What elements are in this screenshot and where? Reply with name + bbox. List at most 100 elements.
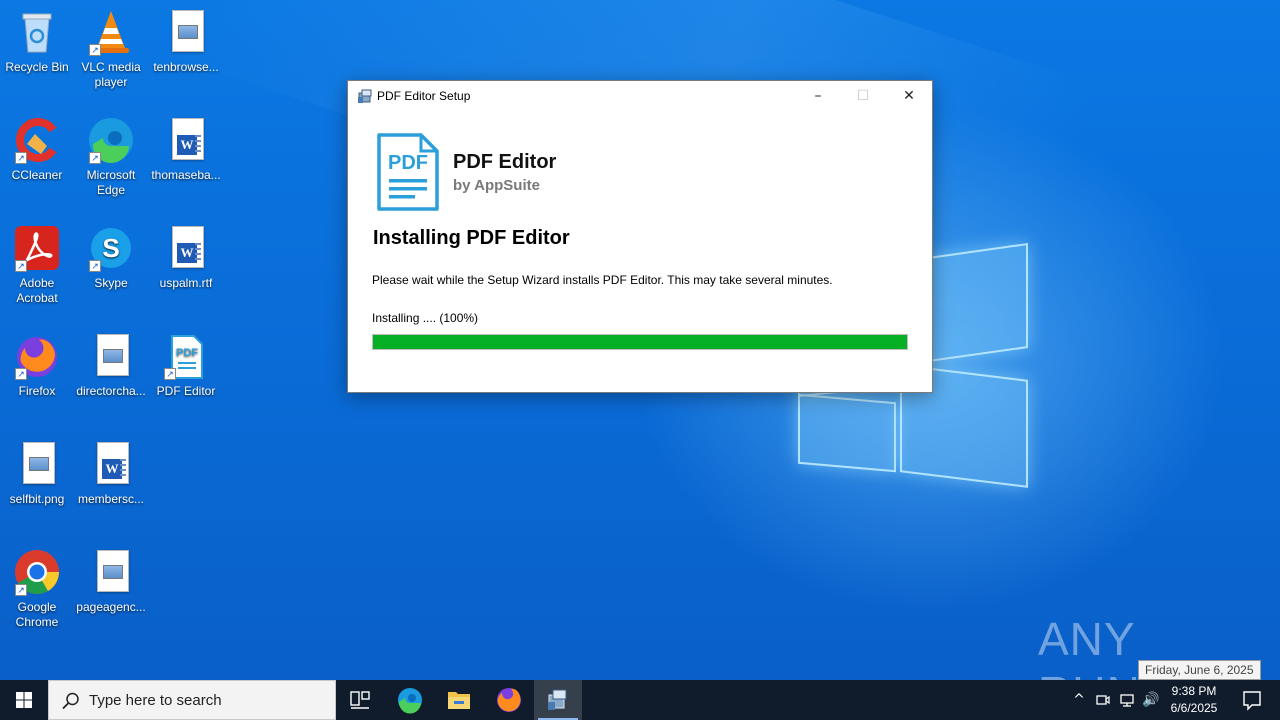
- taskbar-firefox[interactable]: [485, 680, 533, 720]
- desktop-icon-label: Microsoft Edge: [86, 168, 136, 197]
- firefox-icon: ↗: [13, 332, 61, 380]
- image-file-icon: [13, 440, 61, 488]
- desktop-icon-label: thomaseba...: [151, 168, 221, 182]
- desktop-icon-label: tenbrowse...: [153, 60, 219, 74]
- acrobat-icon: ↗: [13, 224, 61, 272]
- file-explorer-icon: [448, 692, 470, 709]
- desktop-icon-label: CCleaner: [11, 168, 63, 182]
- tray-overflow-chevron[interactable]: ^: [1068, 680, 1090, 720]
- clock-date: 6/6/2025: [1170, 701, 1218, 715]
- desktop-icon-recycle-bin[interactable]: Recycle Bin: [0, 8, 74, 75]
- window-titlebar[interactable]: PDF Editor Setup – ☐ ✕: [348, 81, 932, 111]
- desktop-icon-google-chrome[interactable]: ↗ Google Chrome: [0, 548, 74, 630]
- desktop-icon-ccleaner[interactable]: ↗ CCleaner: [0, 116, 74, 183]
- tray-meet-now-icon[interactable]: [1092, 680, 1114, 720]
- svg-text:PDF: PDF: [176, 347, 198, 359]
- desktop-icon-skype[interactable]: S ↗ Skype: [74, 224, 148, 291]
- maximize-button[interactable]: ☐: [840, 81, 886, 111]
- word-document-icon: W: [162, 224, 210, 272]
- app-vendor: by AppSuite: [453, 177, 540, 194]
- setup-app-icon: [357, 88, 373, 104]
- app-name: PDF Editor: [453, 151, 557, 173]
- desktop-icon-uspalm[interactable]: W uspalm.rtf: [149, 224, 223, 291]
- install-heading: Installing PDF Editor: [373, 227, 570, 249]
- notification-icon: [1243, 691, 1261, 711]
- close-button[interactable]: ✕: [886, 81, 932, 111]
- desktop-icon-label: VLC media player: [81, 60, 141, 89]
- shortcut-arrow-icon: ↗: [15, 260, 27, 272]
- desktop-icon-adobe-acrobat[interactable]: ↗ Adobe Acrobat: [0, 224, 74, 306]
- svg-text:PDF: PDF: [388, 152, 428, 174]
- minimize-button[interactable]: –: [795, 81, 841, 111]
- shortcut-arrow-icon: ↗: [15, 584, 27, 596]
- shortcut-arrow-icon: ↗: [89, 260, 101, 272]
- action-center-button[interactable]: [1232, 680, 1272, 720]
- search-placeholder: Type here to search: [89, 692, 222, 709]
- logo-pane-bl: [798, 393, 896, 473]
- word-document-icon: W: [87, 440, 135, 488]
- desktop-icon-label: uspalm.rtf: [159, 276, 213, 290]
- desktop-icon-thomaseba[interactable]: W thomaseba...: [149, 116, 223, 183]
- search-icon: [62, 692, 79, 710]
- chrome-icon: ↗: [13, 548, 61, 596]
- task-view-button[interactable]: [336, 680, 384, 720]
- pdf-editor-logo-icon: PDF: [375, 133, 441, 211]
- desktop-icon-label: Skype: [94, 276, 128, 290]
- desktop-icon-vlc[interactable]: ↗ VLC media player: [74, 8, 148, 90]
- shortcut-arrow-icon: ↗: [89, 44, 101, 56]
- task-view-icon: [350, 691, 370, 709]
- desktop-icon-label: PDF Editor: [156, 384, 216, 398]
- shortcut-arrow-icon: ↗: [89, 152, 101, 164]
- install-progress-bar: [372, 334, 908, 350]
- desktop-icon-label: membersc...: [77, 492, 144, 506]
- desktop-icon-directorcha[interactable]: directorcha...: [74, 332, 148, 399]
- recycle-bin-icon: [13, 8, 61, 56]
- desktop-icon-membersc[interactable]: W membersc...: [74, 440, 148, 507]
- desktop-icon-selfbit[interactable]: selfbit.png: [0, 440, 74, 507]
- desktop-icon-label: Google Chrome: [15, 600, 59, 629]
- desktop-icon-label: Firefox: [18, 384, 56, 398]
- desktop-icon-label: Recycle Bin: [5, 60, 69, 74]
- edge-icon: [398, 688, 422, 714]
- desktop-icon-label: Adobe Acrobat: [16, 276, 58, 305]
- taskbar-file-explorer[interactable]: [435, 680, 483, 720]
- image-file-icon: [87, 332, 135, 380]
- edge-icon: ↗: [87, 116, 135, 164]
- desktop-icon-pdf-editor[interactable]: PDF ↗ PDF Editor: [149, 332, 223, 399]
- volume-icon[interactable]: 🔊: [1140, 680, 1162, 720]
- window-title: PDF Editor Setup: [377, 89, 471, 103]
- taskbar-search[interactable]: Type here to search: [48, 680, 336, 720]
- install-status: Installing .... (100%): [372, 311, 479, 325]
- word-document-icon: W: [162, 116, 210, 164]
- installer-icon: [548, 689, 567, 710]
- shortcut-arrow-icon: ↗: [15, 152, 27, 164]
- desktop-icon-label: directorcha...: [76, 384, 146, 398]
- desktop-icon-pageagenc[interactable]: pageagenc...: [74, 548, 148, 615]
- taskbar: Type here to search ^ 🔊 9:38 PM 6/6/2025: [0, 680, 1280, 720]
- progress-fill: [373, 335, 907, 349]
- shortcut-arrow-icon: ↗: [164, 368, 176, 380]
- image-file-icon: [87, 548, 135, 596]
- taskbar-clock[interactable]: 9:38 PM 6/6/2025: [1164, 683, 1224, 717]
- taskbar-edge[interactable]: [386, 680, 434, 720]
- vlc-cone-icon: ↗: [87, 8, 135, 56]
- skype-icon: S ↗: [87, 224, 135, 272]
- svg-text:S: S: [102, 233, 119, 263]
- desktop-icon-tenbrowse[interactable]: tenbrowse...: [149, 8, 223, 75]
- start-button[interactable]: [0, 680, 48, 720]
- taskbar-installer[interactable]: [534, 680, 582, 720]
- date-tooltip: Friday, June 6, 2025: [1138, 660, 1261, 680]
- ccleaner-icon: ↗: [13, 116, 61, 164]
- network-icon[interactable]: [1116, 680, 1138, 720]
- pdf-editor-icon: PDF ↗: [162, 332, 210, 380]
- desktop-icon-edge[interactable]: ↗ Microsoft Edge: [74, 116, 148, 198]
- firefox-icon: [497, 688, 521, 712]
- desktop-icon-label: selfbit.png: [9, 492, 65, 506]
- install-description: Please wait while the Setup Wizard insta…: [372, 273, 833, 287]
- image-file-icon: [162, 8, 210, 56]
- shortcut-arrow-icon: ↗: [15, 368, 27, 380]
- installer-window: PDF Editor Setup – ☐ ✕ PDF PDF Editor by…: [347, 80, 933, 393]
- windows-start-icon: [16, 692, 32, 708]
- desktop-icon-label: pageagenc...: [76, 600, 146, 614]
- desktop-icon-firefox[interactable]: ↗ Firefox: [0, 332, 74, 399]
